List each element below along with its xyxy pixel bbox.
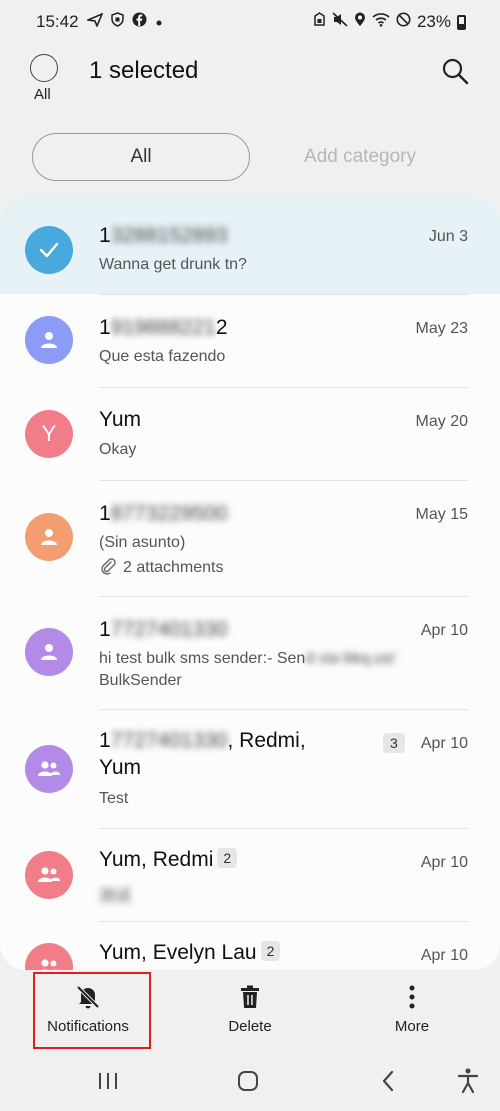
more-vertical-icon — [408, 984, 416, 1010]
highlight-box — [33, 972, 151, 1049]
conversation-list[interactable]: 13288152893 Jun 3 Wanna get drunk tn? 19… — [0, 196, 500, 970]
divider — [99, 828, 468, 829]
person-avatar-icon — [25, 316, 73, 364]
status-time: 15:42 — [36, 12, 79, 31]
person-avatar-icon — [25, 513, 73, 561]
wifi-icon — [372, 12, 390, 32]
message-date: Jun 3 — [428, 228, 468, 245]
group-avatar-icon — [25, 943, 73, 970]
conversation-item[interactable]: Yum, Evelyn Lau 2 Apr 10 — [0, 921, 500, 970]
letter-avatar: Y — [25, 410, 73, 458]
message-preview: Wanna get drunk tn? — [99, 256, 247, 273]
page-title: 1 selected — [89, 57, 199, 84]
message-preview: 测试 — [99, 888, 132, 905]
participant-count-badge: 2 — [217, 848, 238, 868]
trash-icon — [239, 984, 261, 1010]
do-not-disturb-icon — [396, 12, 411, 32]
delete-button[interactable]: Delete — [190, 970, 310, 1050]
contact-name: Yum — [99, 408, 142, 431]
conversation-item[interactable]: 13288152893 Jun 3 Wanna get drunk tn? — [0, 196, 500, 294]
facebook-icon — [132, 12, 147, 32]
conversation-item[interactable]: 19198882212 May 23 Que esta fazendo — [0, 294, 500, 387]
select-all-label: All — [34, 86, 51, 103]
contact-name: Yum, Redmi 2 — [99, 848, 238, 872]
contact-name: 18773229500 — [99, 502, 228, 525]
selected-check-icon[interactable] — [25, 226, 73, 274]
message-preview: Okay — [99, 441, 137, 458]
message-date: Apr 10 — [420, 622, 468, 639]
battery-icon — [457, 14, 466, 30]
message-date: Apr 10 — [420, 854, 468, 871]
more-label: More — [394, 1018, 430, 1035]
lock-icon — [313, 12, 326, 32]
divider — [99, 387, 468, 388]
delete-label: Delete — [228, 1018, 272, 1035]
select-all-checkbox[interactable] — [30, 54, 58, 82]
divider — [99, 921, 468, 922]
battery-percent: 23% — [416, 12, 451, 31]
message-preview: Test — [99, 790, 129, 807]
contact-name: 17727401330 — [99, 618, 228, 641]
add-category-button[interactable]: Add category — [280, 133, 440, 181]
more-button[interactable]: More — [352, 970, 472, 1050]
conversation-item[interactable]: Yum, Redmi 2 Apr 10 测试 — [0, 828, 500, 921]
contact-name-line2: Yum — [99, 756, 142, 779]
message-date: Apr 10 — [420, 947, 468, 964]
attachments-label: 2 attachments — [123, 559, 224, 576]
message-preview: Que esta fazendo — [99, 348, 226, 365]
contact-name: 19198882212 — [99, 316, 228, 339]
message-preview: hi test bulk sms sender:- Send via bkq.u… — [99, 650, 396, 667]
conversation-item[interactable]: 17727401330 Apr 10 hi test bulk sms send… — [0, 596, 500, 709]
message-preview-line2: BulkSender — [99, 672, 182, 689]
contact-name: Yum, Evelyn Lau 2 — [99, 941, 281, 965]
conversation-item[interactable]: 17727401330, Redmi, Yum 3 Apr 10 Test — [0, 709, 500, 828]
message-date: May 23 — [415, 320, 468, 337]
divider — [99, 480, 468, 481]
message-preview: (Sin asunto) — [99, 534, 186, 551]
back-icon[interactable] — [368, 1064, 408, 1098]
divider — [99, 709, 468, 710]
header: All 1 selected — [0, 48, 500, 108]
category-all-tab[interactable]: All — [32, 133, 250, 181]
contact-name: 13288152893 — [99, 224, 228, 247]
group-avatar-icon — [25, 851, 73, 899]
message-date: May 20 — [415, 413, 468, 430]
mute-icon — [332, 12, 348, 32]
conversation-item[interactable]: 18773229500 May 15 (Sin asunto) 2 attach… — [0, 480, 500, 596]
message-date: May 15 — [415, 506, 468, 523]
status-bar: 15:42 23% — [0, 0, 500, 44]
navigation-icon — [84, 12, 104, 32]
home-icon[interactable] — [228, 1064, 268, 1098]
system-navigation-bar — [0, 1050, 500, 1111]
location-icon — [354, 12, 366, 32]
person-avatar-icon — [25, 628, 73, 676]
paperclip-icon — [99, 557, 117, 580]
shield-icon — [110, 12, 124, 32]
dot-icon — [155, 12, 163, 32]
search-icon[interactable] — [440, 56, 476, 92]
message-date: Apr 10 — [420, 735, 468, 752]
contact-name: 17727401330, Redmi, — [99, 729, 306, 752]
participant-count-badge: 2 — [260, 941, 281, 961]
conversation-item[interactable]: Y Yum May 20 Okay — [0, 387, 500, 480]
divider — [99, 596, 468, 597]
attachments-info: 2 attachments — [99, 557, 224, 580]
accessibility-icon[interactable] — [448, 1064, 488, 1098]
recents-icon[interactable] — [88, 1064, 128, 1098]
participant-count-badge: 3 — [383, 733, 405, 753]
divider — [99, 294, 468, 295]
group-avatar-icon — [25, 745, 73, 793]
